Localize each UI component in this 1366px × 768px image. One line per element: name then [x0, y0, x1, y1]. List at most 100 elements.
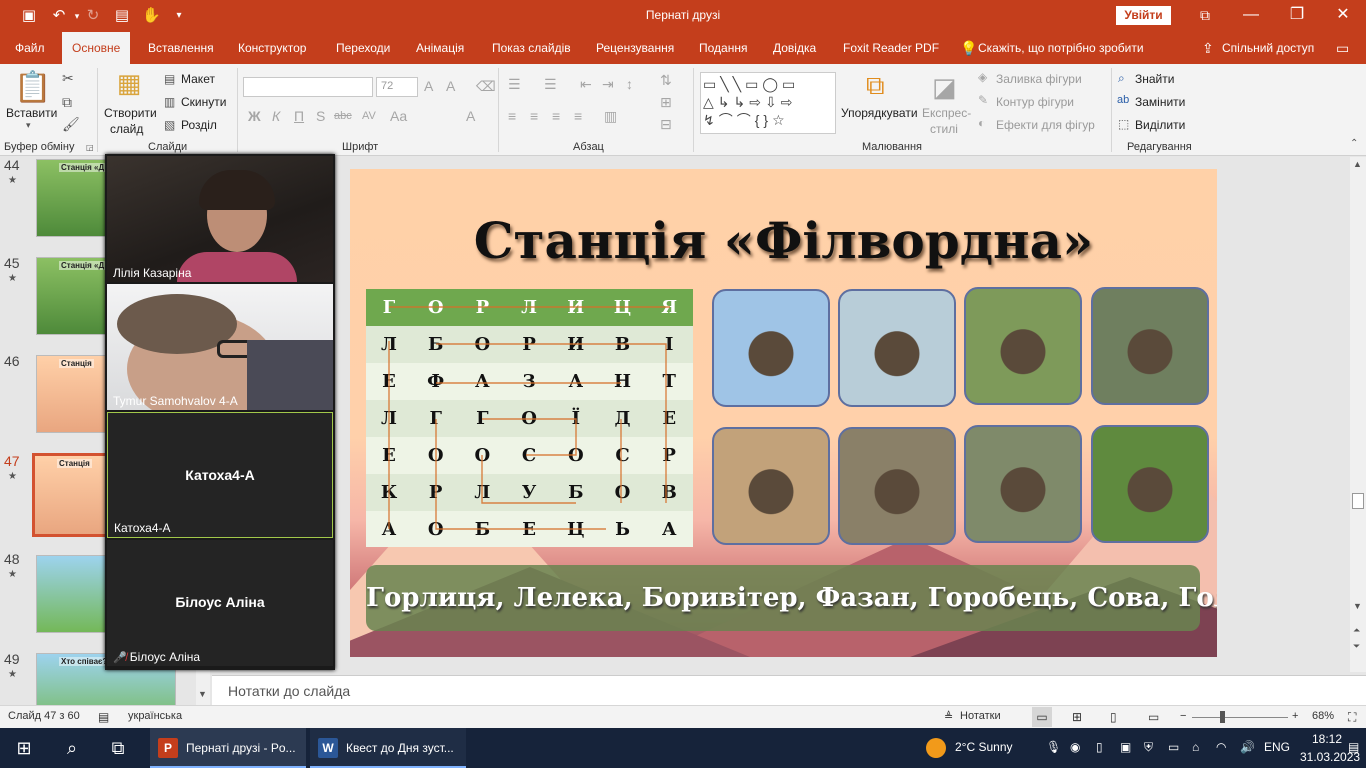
section-icon[interactable]: ▧ — [164, 118, 175, 132]
participant-tile[interactable]: Білоус Аліна 🎤̸ Білоус Аліна — [107, 540, 333, 666]
tab-design[interactable]: Конструктор — [236, 32, 308, 64]
shape-effects-icon[interactable]: ◐ — [978, 116, 985, 130]
answers-banner[interactable]: Горлиця, Лелека, Боривітер, Фазан, Гороб… — [366, 565, 1217, 631]
clock-time[interactable]: 18:12 — [1312, 732, 1342, 746]
wifi-icon[interactable]: ◠ — [1216, 740, 1226, 754]
decrease-indent-icon[interactable]: ⇤ — [580, 76, 592, 93]
zoom-in-icon[interactable]: + — [1292, 710, 1298, 722]
arrange-button[interactable]: Упорядкувати — [841, 106, 918, 120]
vertical-scrollbar[interactable]: ▲ ▼ ⏶ ⏷ — [1350, 157, 1366, 672]
strikethrough-button[interactable]: abc — [334, 110, 352, 122]
format-painter-icon[interactable]: 🖌 — [62, 116, 80, 133]
quick-styles-icon[interactable]: ◪ — [932, 72, 957, 103]
participant-video[interactable]: Лілія Казаріна — [107, 156, 333, 282]
zoom-level[interactable]: 68% — [1312, 710, 1334, 722]
tab-view[interactable]: Подання — [697, 32, 749, 64]
input-language[interactable]: ENG — [1264, 740, 1290, 754]
ribbon-display-options-icon[interactable]: ⧉ — [1182, 0, 1228, 32]
scroll-down-arrow-icon[interactable]: ▼ — [1353, 601, 1362, 611]
shape-outline-icon[interactable]: ✎ — [978, 93, 988, 107]
notification-tray-icon[interactable]: ⌂ — [1192, 740, 1199, 754]
change-case-button[interactable]: Aa — [390, 108, 407, 124]
cut-icon[interactable]: ✂ — [62, 70, 74, 87]
tab-insert[interactable]: Вставлення — [146, 32, 216, 64]
zoom-video-panel[interactable]: Лілія Казаріна Tymur Samohvalov 4-A Като… — [105, 154, 335, 670]
tab-foxit[interactable]: Foxit Reader PDF — [841, 32, 941, 64]
smartart-icon[interactable]: ⊟ — [660, 116, 672, 133]
replace-icon[interactable]: ab — [1117, 94, 1129, 106]
paste-dropdown-icon[interactable]: ▾ — [26, 120, 31, 131]
font-color-button[interactable]: A — [466, 108, 475, 124]
task-view-icon[interactable]: ⧉ — [106, 736, 130, 760]
tab-review[interactable]: Рецензування — [594, 32, 676, 64]
sign-in-button[interactable]: Увійти — [1116, 6, 1171, 25]
clipboard-launcher-icon[interactable]: ◲ — [86, 143, 94, 152]
minimize-button[interactable]: — — [1228, 0, 1274, 32]
shadow-button[interactable]: S — [316, 108, 325, 124]
new-slide-button-line2[interactable]: слайд — [110, 122, 143, 136]
shapes-gallery[interactable]: ▭╲╲▭◯▭ △↳↳⇨⇩⇨ ↯⌒⌒{}☆ — [700, 72, 836, 134]
align-center-icon[interactable]: ≡ — [530, 108, 538, 124]
slideshow-view-icon[interactable]: ▭ — [1148, 710, 1159, 724]
battery-icon[interactable]: ▯ — [1096, 740, 1103, 754]
app-tray-icon[interactable]: ▣ — [1120, 740, 1131, 754]
tell-me-search[interactable]: Скажіть, що потрібно зробити — [976, 32, 1146, 64]
tab-transitions[interactable]: Переходи — [334, 32, 392, 64]
slide-sorter-icon[interactable]: ⊞ — [1072, 710, 1082, 724]
reset-button[interactable]: Скинути — [181, 95, 226, 109]
columns-icon[interactable]: ▥ — [604, 108, 617, 125]
tab-animations[interactable]: Анімація — [414, 32, 466, 64]
select-button[interactable]: Виділити — [1135, 118, 1185, 132]
microphone-icon[interactable]: 🎙 — [1046, 740, 1061, 754]
notes-pane[interactable]: Нотатки до слайда — [212, 675, 1366, 705]
find-icon[interactable]: ⌕ — [1118, 71, 1125, 86]
slide-title[interactable]: Станція «Філвордна» — [350, 211, 1217, 270]
font-size-combobox[interactable]: 72 — [376, 77, 418, 97]
volume-icon[interactable]: 🔊 — [1240, 740, 1255, 754]
shape-effects-button[interactable]: Ефекти для фігур — [996, 118, 1095, 132]
tab-file[interactable]: Файл — [13, 32, 47, 64]
shape-fill-button[interactable]: Заливка фігури — [996, 72, 1082, 86]
arrange-icon[interactable]: ⧉ — [866, 70, 885, 102]
participant-tile-active[interactable]: Катоха4-А Катоха4-А — [107, 412, 333, 538]
slide-canvas[interactable]: Станція «Філвордна» ГОРЛИЦЯЛБОРИВІЕФАЗАН… — [350, 169, 1217, 657]
tab-home[interactable]: Основне — [62, 32, 131, 64]
layout-button[interactable]: Макет — [181, 72, 215, 86]
tab-slideshow[interactable]: Показ слайдів — [490, 32, 573, 64]
quick-styles-button[interactable]: Експрес- — [922, 106, 971, 120]
comments-icon[interactable]: ▭ — [1334, 32, 1351, 64]
font-name-combobox[interactable] — [243, 77, 373, 97]
security-icon[interactable]: ⛨ — [1144, 740, 1153, 755]
scroll-up-arrow-icon[interactable]: ▲ — [1353, 159, 1362, 169]
restore-button[interactable]: ❐ — [1274, 0, 1320, 32]
spelling-check-icon[interactable]: ▤ — [98, 710, 109, 724]
weather-text[interactable]: 2°C Sunny — [955, 740, 1013, 754]
decrease-font-icon[interactable]: A — [446, 78, 455, 94]
windows-start-icon[interactable]: ⊞ — [12, 736, 36, 760]
reading-view-icon[interactable]: ▯ — [1110, 710, 1117, 724]
scroll-down-arrow-icon[interactable]: ▼ — [198, 689, 207, 699]
notes-placeholder[interactable]: Нотатки до слайда — [228, 683, 350, 699]
find-button[interactable]: Знайти — [1135, 72, 1174, 86]
align-left-icon[interactable]: ≡ — [508, 108, 516, 124]
align-right-icon[interactable]: ≡ — [552, 108, 560, 124]
paste-icon[interactable]: 📋 — [14, 70, 51, 106]
previous-slide-icon[interactable]: ⏶ — [1353, 625, 1360, 636]
language-indicator[interactable]: українська — [128, 710, 182, 722]
increase-font-icon[interactable]: A — [424, 78, 433, 94]
section-button[interactable]: Розділ — [181, 118, 217, 132]
notes-toggle-icon[interactable]: ≜ — [944, 710, 953, 723]
search-icon[interactable]: ⌕ — [60, 736, 84, 760]
normal-view-icon[interactable]: ▭ — [1032, 707, 1052, 727]
line-spacing-icon[interactable]: ↕ — [626, 76, 633, 92]
taskbar-app-word[interactable]: W Квест до Дня зуст... — [310, 728, 466, 768]
new-slide-icon[interactable]: ▦ — [112, 68, 146, 102]
underline-button[interactable]: П — [294, 108, 304, 124]
next-slide-icon[interactable]: ⏷ — [1353, 641, 1360, 652]
numbering-icon[interactable]: ☰ — [544, 76, 557, 93]
shape-fill-icon[interactable]: ◈ — [978, 70, 987, 84]
replace-button[interactable]: Замінити — [1135, 95, 1185, 109]
bold-button[interactable]: Ж — [248, 108, 261, 124]
shape-outline-button[interactable]: Контур фігури — [996, 95, 1074, 109]
italic-button[interactable]: К — [272, 108, 280, 124]
